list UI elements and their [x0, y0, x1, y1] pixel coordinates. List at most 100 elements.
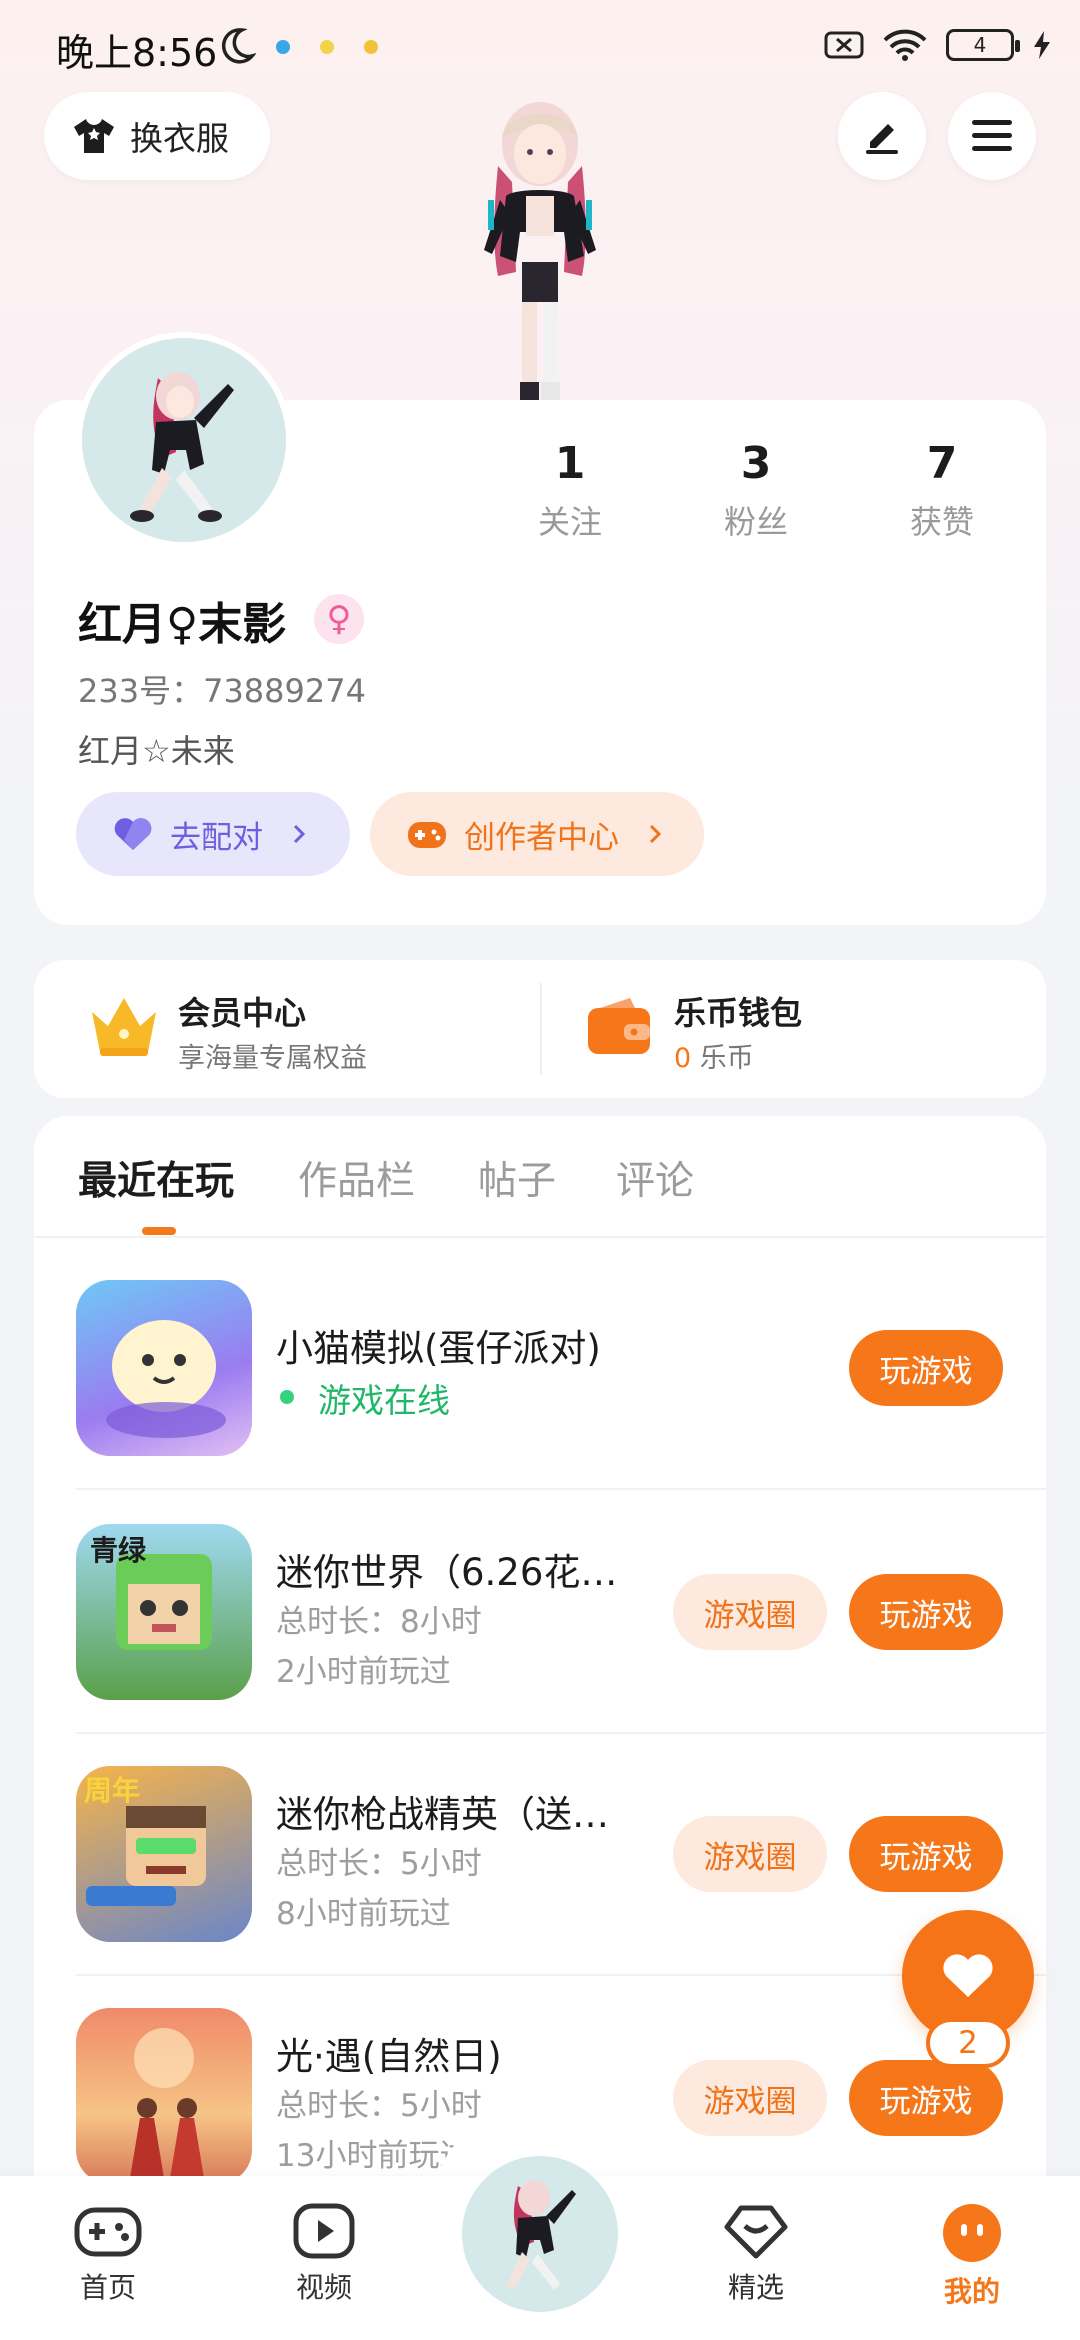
charging-icon: [1034, 31, 1050, 59]
chevron-right-icon: [649, 824, 662, 844]
nav-avatar[interactable]: [462, 2156, 618, 2312]
battery-icon: 4: [946, 29, 1020, 61]
tab-recent[interactable]: 最近在玩: [78, 1150, 234, 1206]
game-icon-mini-gun: 周年: [76, 1766, 252, 1942]
last-played: 2小时前玩过: [276, 1654, 451, 1690]
divider: [540, 983, 542, 1075]
profile-face-icon: [943, 2204, 1001, 2262]
creator-center-label: 创作者中心: [464, 819, 619, 856]
notification-icons: [276, 40, 378, 54]
creator-center-button[interactable]: 创作者中心: [370, 792, 704, 876]
play-game-button[interactable]: 玩游戏: [849, 1574, 1003, 1650]
female-icon: ♀: [314, 594, 364, 644]
wallet-amount: 0: [674, 1043, 692, 1074]
vip-title: 会员中心: [178, 994, 307, 1032]
nav-label: 首页: [79, 2271, 136, 2304]
notification-icon: [276, 40, 290, 54]
wallet-title: 乐币钱包: [674, 994, 803, 1032]
match-button[interactable]: 去配对: [76, 792, 350, 876]
vip-center[interactable]: [86, 990, 162, 1066]
stat-number: 3: [740, 438, 772, 489]
wallet-balance: 0 乐币: [674, 1036, 754, 1075]
heart-diamond-icon: [724, 2205, 788, 2259]
nav-video[interactable]: 视频: [264, 2202, 384, 2306]
tabs-divider: [34, 1236, 1046, 1238]
change-outfit-button[interactable]: 换衣服: [44, 92, 270, 180]
game-name: 迷你世界（6.26花…: [276, 1551, 618, 1594]
game-icon-sky: [76, 2008, 252, 2184]
tab-comments[interactable]: 评论: [616, 1150, 694, 1206]
menu-icon: [972, 120, 1012, 151]
gamepad-icon: [74, 2207, 142, 2257]
last-played: 8小时前玩过: [276, 1896, 451, 1932]
avatar[interactable]: [76, 332, 292, 548]
menu-button[interactable]: [948, 92, 1036, 180]
heart-icon: [114, 818, 152, 850]
stat-likes[interactable]: 7 获赞: [872, 438, 1012, 543]
stat-label: 粉丝: [723, 503, 788, 541]
notification-icon: [320, 40, 334, 54]
game-name: 迷你枪战精英（送…: [276, 1793, 609, 1836]
tshirt-icon: [74, 119, 114, 153]
online-indicator: [280, 1390, 294, 1404]
status-time: 晚上8:56: [56, 31, 218, 75]
stat-label: 关注: [537, 503, 602, 541]
game-name: 光·遇(自然日): [276, 2035, 502, 2078]
game-circle-button[interactable]: 游戏圈: [673, 1816, 827, 1892]
heart-icon: [943, 1954, 993, 1997]
play-duration: 总时长：5小时: [276, 2088, 482, 2124]
wifi-icon: [883, 29, 927, 61]
crown-icon: [92, 998, 156, 1056]
match-label: 去配对: [170, 819, 263, 856]
play-duration: 总时长：8小时: [276, 1604, 482, 1640]
vip-subtitle: 享海量专属权益: [178, 1043, 367, 1074]
nav-home[interactable]: 首页: [48, 2202, 168, 2306]
stat-fans[interactable]: 3 粉丝: [686, 438, 826, 543]
avatar-figure[interactable]: [440, 96, 640, 401]
play-duration: 总时长：5小时: [276, 1846, 482, 1882]
tab-indicator: [142, 1227, 176, 1235]
wallet[interactable]: [584, 994, 654, 1064]
game-icon-eggy: [76, 1280, 252, 1456]
svg-text:青绿: 青绿: [90, 1534, 147, 1567]
sim-off-icon: [824, 31, 864, 59]
wallet-icon: [588, 998, 650, 1054]
nickname: 红月♀末影: [78, 599, 287, 650]
nav-label: 我的: [943, 2275, 1000, 2308]
nav-label: 视频: [295, 2271, 352, 2304]
nav-mine[interactable]: 我的: [912, 2202, 1032, 2310]
notification-icon: [364, 40, 378, 54]
chevron-right-icon: [293, 824, 306, 844]
game-circle-button[interactable]: 游戏圈: [673, 1574, 827, 1650]
wallet-unit: 乐币: [699, 1043, 754, 1074]
game-status: 游戏在线: [318, 1381, 450, 1420]
tab-works[interactable]: 作品栏: [298, 1150, 415, 1206]
status-right: 4: [824, 28, 1052, 62]
stat-number: 1: [554, 438, 586, 489]
nav-label: 精选: [727, 2271, 784, 2304]
pen-icon: [866, 124, 898, 154]
change-outfit-label: 换衣服: [130, 119, 229, 158]
avatar-image: [130, 372, 234, 522]
game-icon-mini-world: 青绿: [76, 1524, 252, 1700]
row-divider: [76, 1488, 1046, 1490]
video-play-icon: [293, 2203, 355, 2259]
battery-level: 4: [973, 33, 987, 57]
fab-count-badge: 2: [926, 2018, 1010, 2068]
play-game-button[interactable]: 玩游戏: [849, 1816, 1003, 1892]
stat-following[interactable]: 1 关注: [500, 438, 640, 543]
play-game-button[interactable]: 玩游戏: [849, 2060, 1003, 2136]
game-circle-button[interactable]: 游戏圈: [673, 2060, 827, 2136]
stat-label: 获赞: [909, 503, 974, 541]
row-divider: [76, 1974, 1046, 1976]
bio: 红月☆未来: [78, 732, 235, 770]
play-game-button[interactable]: 玩游戏: [849, 1330, 1003, 1406]
stat-number: 7: [926, 438, 958, 489]
nav-featured[interactable]: 精选: [696, 2202, 816, 2306]
moon-icon: [221, 28, 256, 64]
user-id: 233号：73889274: [78, 672, 366, 710]
edit-profile-button[interactable]: [838, 92, 926, 180]
tab-posts[interactable]: 帖子: [478, 1150, 556, 1206]
row-divider: [76, 1732, 1046, 1734]
status-bar: 晚上8:56 4: [0, 0, 1080, 96]
